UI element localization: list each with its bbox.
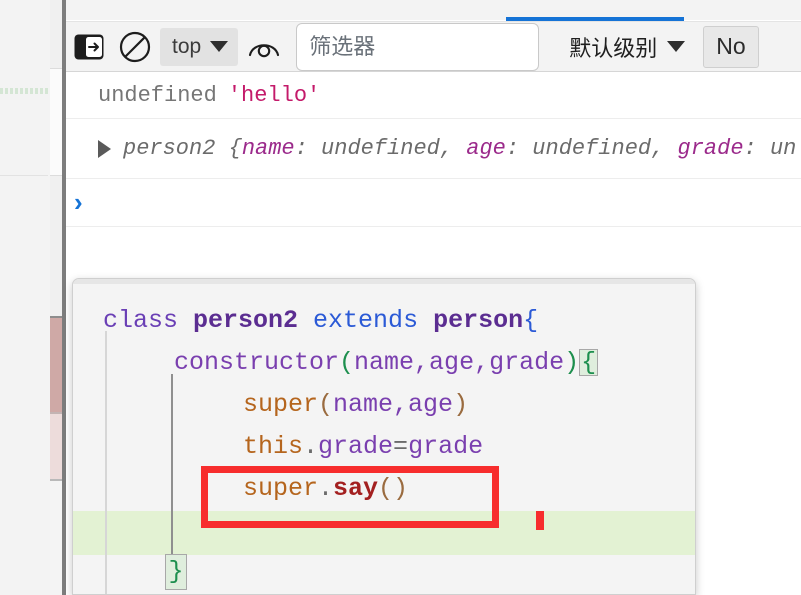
token: ): [564, 347, 580, 377]
log-string-value: 'hello': [227, 83, 321, 108]
object-value: undefined,: [532, 136, 665, 161]
token: name,age: [333, 389, 454, 419]
token: constructor: [174, 347, 340, 377]
token: .: [303, 431, 319, 461]
token: class: [103, 305, 194, 335]
devtools-tabbar: [66, 0, 801, 20]
code-popup: class person2 extends person{ constructo…: [72, 278, 696, 595]
log-undefined-value: undefined: [98, 83, 217, 108]
token: this: [243, 431, 304, 461]
token: grade: [408, 431, 484, 461]
token: extends: [298, 305, 434, 335]
object-preview: person2 {name: undefined, age: undefined…: [123, 136, 796, 161]
console-row-log[interactable]: undefined 'hello': [66, 73, 801, 119]
console-prompt-row[interactable]: ›: [66, 179, 801, 227]
object-value: undefined,: [321, 136, 454, 161]
object-key-sep: :: [505, 136, 533, 161]
disclosure-triangle-icon[interactable]: [98, 139, 111, 158]
clear-console-icon[interactable]: [112, 24, 158, 70]
token: name,age,grade: [354, 347, 565, 377]
code-line-super-call[interactable]: super(name,age): [73, 383, 695, 425]
code-line-constructor[interactable]: constructor(name,age,grade){: [73, 341, 695, 383]
console-toolbar: top 默认级别 No: [66, 22, 801, 72]
token: (: [339, 347, 355, 377]
object-constructor-name: person2: [123, 136, 216, 161]
log-level-selector[interactable]: 默认级别: [555, 27, 691, 67]
token: grade: [318, 431, 394, 461]
search-input[interactable]: [296, 22, 540, 71]
token: (: [318, 389, 334, 419]
token: person: [433, 305, 524, 335]
console-row-object[interactable]: person2 {name: undefined, age: undefined…: [66, 119, 801, 179]
execution-context-value: top: [172, 34, 202, 58]
chevron-down-icon: [667, 41, 686, 52]
object-key: grade: [677, 136, 744, 161]
matching-brace-highlight: {: [579, 347, 599, 377]
chevron-down-icon: [210, 41, 229, 52]
execution-context-selector[interactable]: top: [160, 27, 239, 66]
issues-button[interactable]: No: [703, 25, 759, 68]
object-key-sep: :: [743, 136, 770, 161]
object-key: name: [241, 136, 295, 161]
sidebar-toggle-icon[interactable]: [66, 24, 112, 70]
object-value: un: [769, 136, 797, 161]
token: person2: [193, 305, 299, 335]
code-line-this-grade[interactable]: this.grade=grade: [73, 425, 695, 467]
log-level-label: 默认级别: [569, 35, 658, 61]
page-text-fragment: [0, 88, 48, 94]
annotation-cursor-mark: [536, 511, 544, 530]
object-key-sep: :: [294, 136, 322, 161]
eye-icon[interactable]: [238, 24, 290, 70]
code-line-class[interactable]: class person2 extends person{: [73, 299, 695, 341]
annotation-red-box: [201, 466, 499, 528]
token: super: [243, 389, 319, 419]
code-line-close-brace[interactable]: }: [73, 551, 695, 593]
prompt-chevron-icon: ›: [74, 187, 83, 217]
object-open-brace: {: [215, 136, 242, 161]
closing-brace-highlight: }: [165, 554, 187, 590]
page-divider: [0, 175, 48, 176]
token: ): [453, 389, 469, 419]
screenshot-root: + 发 CSDN @自适362: [0, 0, 801, 595]
popup-titlebar: [73, 279, 695, 284]
object-key: age: [466, 136, 506, 161]
token: =: [393, 431, 409, 461]
token: {: [523, 305, 539, 335]
